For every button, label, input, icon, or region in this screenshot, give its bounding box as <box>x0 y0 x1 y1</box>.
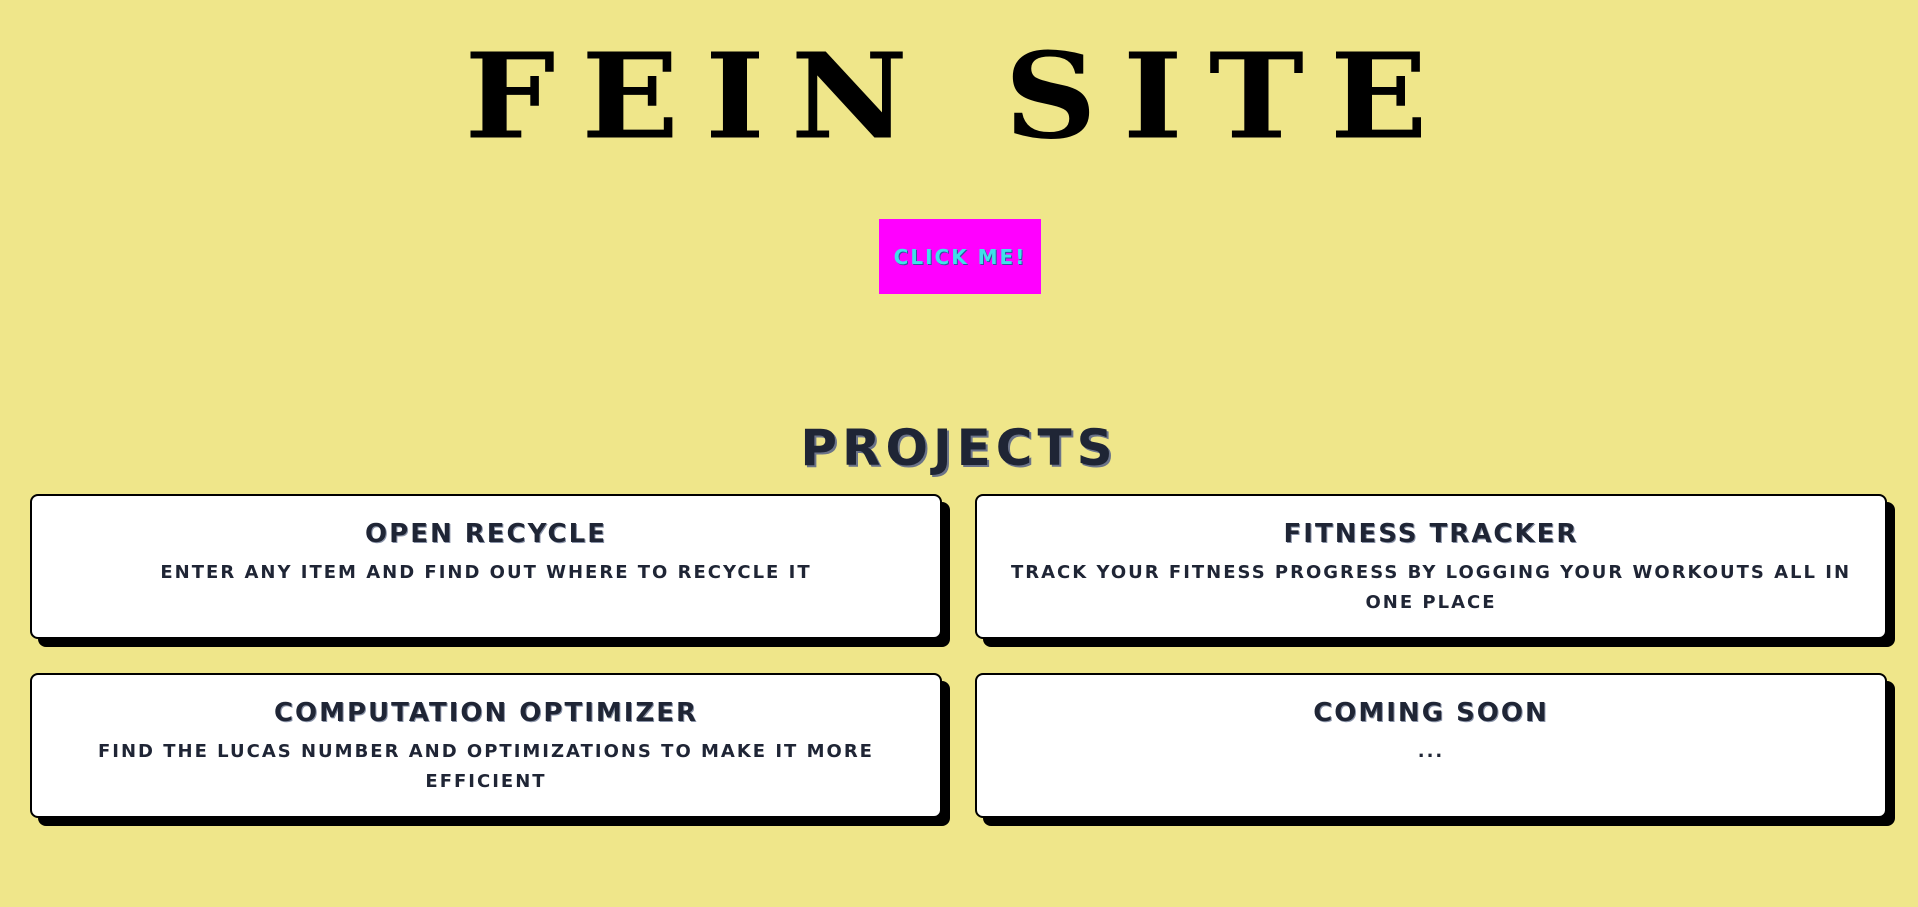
click-me-button[interactable]: CLICK ME! <box>879 219 1041 294</box>
site-title: FEIN SITE <box>464 28 1454 166</box>
project-card-description: ... <box>1417 741 1445 762</box>
project-card-title: COMING SOON <box>1313 698 1549 728</box>
project-card-fitness-tracker[interactable]: FITNESS TRACKER TRACK YOUR FITNESS PROGR… <box>975 494 1887 639</box>
project-card-description: TRACK YOUR FITNESS PROGRESS BY LOGGING Y… <box>1010 562 1852 613</box>
project-card-title: OPEN RECYCLE <box>365 519 607 549</box>
project-card-description: FIND THE LUCAS NUMBER AND OPTIMIZATIONS … <box>98 741 874 792</box>
projects-heading: PROJECTS <box>800 419 1118 477</box>
project-card-computation-optimizer[interactable]: COMPUTATION OPTIMIZER FIND THE LUCAS NUM… <box>30 673 942 818</box>
project-card-title: FITNESS TRACKER <box>1283 519 1579 549</box>
project-card-description: ENTER ANY ITEM AND FIND OUT WHERE TO REC… <box>160 562 812 583</box>
project-card-title: COMPUTATION OPTIMIZER <box>273 698 699 728</box>
project-card-open-recycle[interactable]: OPEN RECYCLE ENTER ANY ITEM AND FIND OUT… <box>30 494 942 639</box>
project-card-coming-soon[interactable]: COMING SOON ... <box>975 673 1887 818</box>
